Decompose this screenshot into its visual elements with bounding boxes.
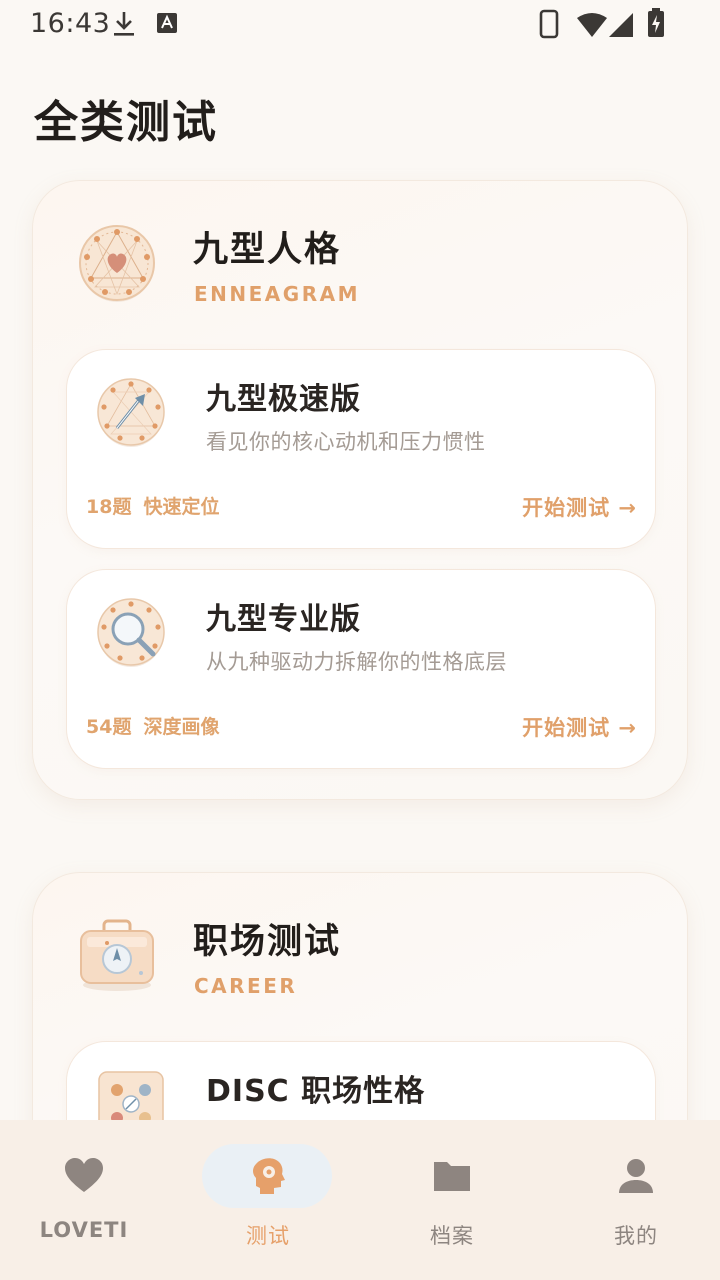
bottom-nav: LOVETI 测试 档案 我的 [0,1120,720,1280]
nav-label: 我的 [614,1224,658,1248]
test-card-enneagram-quick[interactable]: 九型极速版 看见你的核心动机和压力惯性 18题 快速定位 开始测试 → [66,349,656,549]
section-enneagram: 九型人格 ENNEAGRAM 九型极速版 看见你的核心动机和压力惯性 18题 快速… [32,180,688,800]
enneagram-emblem-icon [79,225,155,302]
card-meta: 54题 深度画像 [86,712,219,739]
card-tag: 深度画像 [143,716,220,738]
nav-item-loveti[interactable]: LOVETI [0,1120,174,1280]
section-subtitle: CAREER [194,974,298,998]
section-subtitle: ENNEAGRAM [194,282,360,306]
start-test-button[interactable]: 开始测试 → [522,712,637,742]
card-description: 看见你的核心动机和压力惯性 [206,430,486,454]
download-icon [114,12,134,36]
card-meta: 18题 快速定位 [86,492,219,519]
heart-icon [65,1158,103,1192]
nav-item-tests[interactable]: 测试 [178,1120,358,1280]
nav-label: 测试 [246,1224,290,1248]
card-title: 九型专业版 [206,602,361,637]
battery-charging-icon [648,8,664,37]
folder-icon [434,1162,470,1191]
enneagram-magnifier-icon [97,598,165,667]
question-count: 54题 [86,716,132,738]
question-count: 18题 [86,496,132,518]
start-test-button[interactable]: 开始测试 → [522,492,637,522]
status-bar: 16:43 [0,0,720,48]
section-title: 九型人格 [193,230,342,270]
nav-item-archive[interactable]: 档案 [362,1120,542,1280]
nav-label: 档案 [430,1224,474,1248]
card-description: 从九种驱动力拆解你的性格底层 [206,650,507,674]
text-a-icon [157,13,177,33]
card-title: 九型极速版 [206,382,361,417]
person-icon [619,1159,653,1193]
briefcase-compass-icon [80,919,154,991]
enneagram-arrow-icon [97,378,165,447]
test-card-enneagram-pro[interactable]: 九型专业版 从九种驱动力拆解你的性格底层 54题 深度画像 开始测试 → [66,569,656,769]
page-title: 全类测试 [34,97,218,148]
phone-icon [539,9,559,39]
nav-label: LOVETI [39,1218,129,1242]
card-title: DISC 职场性格 [206,1074,426,1109]
section-title: 职场测试 [193,922,342,962]
card-tag: 快速定位 [143,496,220,518]
nav-item-profile[interactable]: 我的 [546,1120,720,1280]
brain-gear-icon [253,1158,285,1194]
status-time: 16:43 [30,8,111,39]
signal-icon [609,13,633,37]
wifi-icon [577,13,607,37]
